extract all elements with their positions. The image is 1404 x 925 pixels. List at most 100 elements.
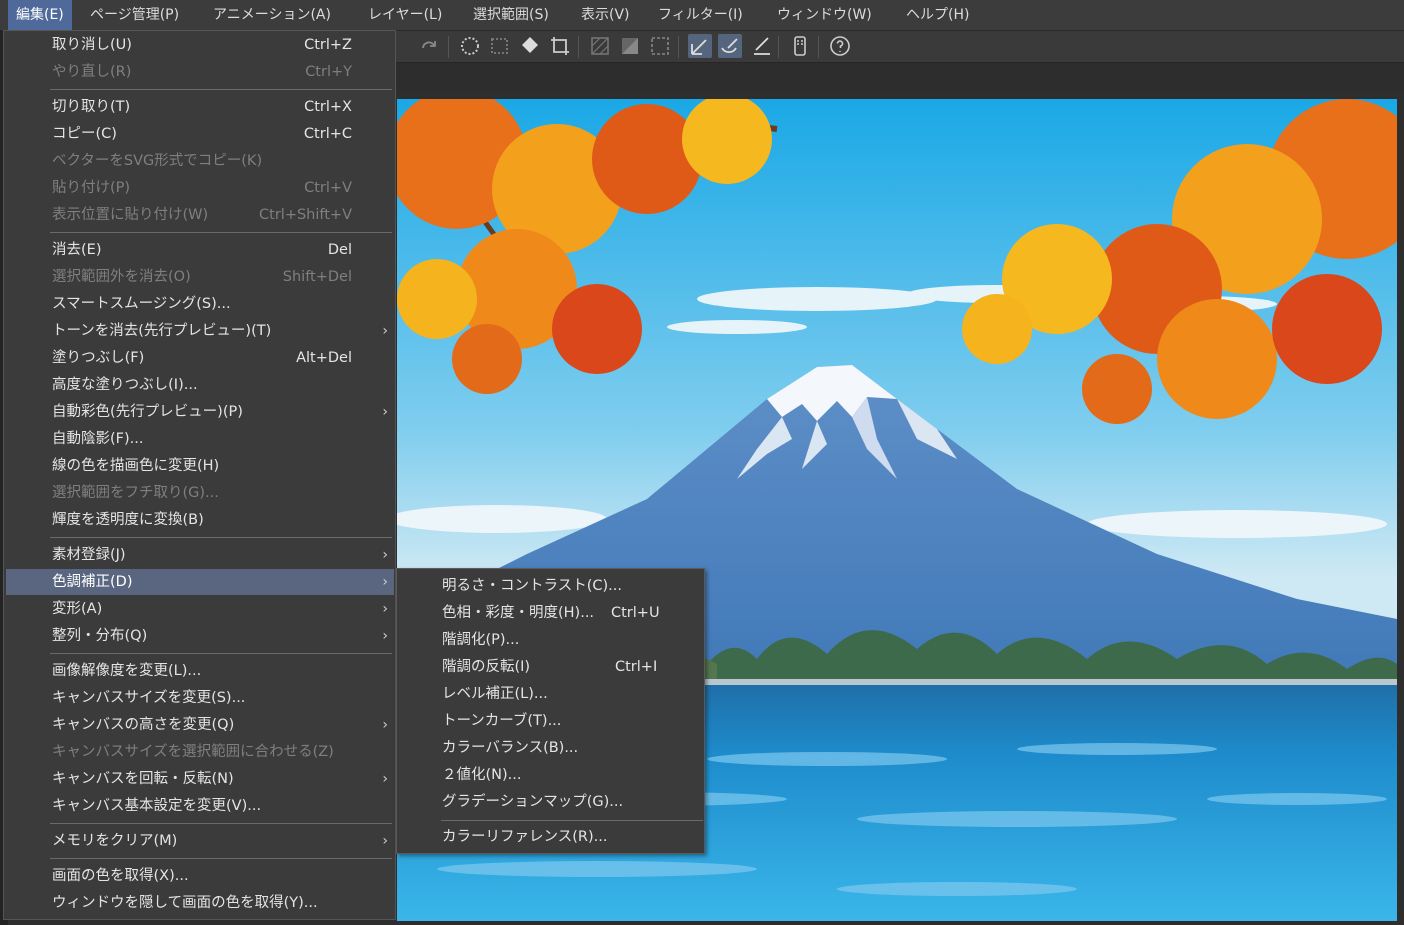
toolbar-separator [678, 36, 679, 58]
redo-icon[interactable] [417, 34, 441, 58]
menu-selection[interactable]: 選択範囲(S) [473, 0, 549, 30]
edit-menu-item[interactable]: キャンバス基本設定を変更(V)... [6, 793, 394, 819]
color-submenu-item[interactable]: カラーリファレンス(R)... [397, 824, 704, 850]
submenu-item-label: カラーリファレンス(R)... [442, 829, 608, 845]
edit-menu-item: ベクターをSVG形式でコピー(K) [6, 148, 394, 174]
menu-item-label: 切り取り(T) [52, 99, 131, 115]
chevron-right-icon: › [382, 717, 388, 733]
fill-icon[interactable] [518, 34, 542, 58]
menu-layer[interactable]: レイヤー(L) [368, 0, 442, 30]
edit-menu-item[interactable]: コピー(C) Ctrl+C [6, 121, 394, 147]
color-submenu-item[interactable]: 階調化(P)... [397, 627, 704, 653]
edit-menu-item[interactable]: 取り消し(U) Ctrl+Z [6, 32, 394, 58]
pen-vector-icon[interactable] [718, 34, 742, 58]
color-submenu-item[interactable]: 明るさ・コントラスト(C)... [397, 573, 704, 599]
menu-filter[interactable]: フィルター(I) [658, 0, 743, 30]
edit-menu-item[interactable]: 素材登録(J) › [6, 542, 394, 568]
edit-menu-item[interactable]: トーンを消去(先行プレビュー)(T) › [6, 318, 394, 344]
chevron-right-icon: › [382, 323, 388, 339]
edit-menu-item[interactable]: スマートスムージング(S)... [6, 291, 394, 317]
edit-menu-item[interactable]: 自動陰影(F)... [6, 426, 394, 452]
edit-menu-item[interactable]: 変形(A) › [6, 596, 394, 622]
menu-item-label: メモリをクリア(M) [52, 833, 178, 849]
menu-item-shortcut: Ctrl+Y [305, 64, 352, 80]
edit-menu-item[interactable]: メモリをクリア(M) › [6, 828, 394, 854]
edit-menu-item[interactable]: キャンバスを回転・反転(N) › [6, 766, 394, 792]
submenu-item-shortcut: Ctrl+U [611, 605, 660, 621]
menu-item-shortcut: Del [327, 242, 352, 258]
menu-item-shortcut: Ctrl+Z [304, 37, 352, 53]
menu-item-label: 消去(E) [52, 242, 102, 258]
chevron-right-icon: › [382, 628, 388, 644]
crop-icon[interactable] [548, 34, 572, 58]
color-submenu-item[interactable]: ２値化(N)... [397, 762, 704, 788]
pen-option-icon[interactable] [750, 34, 774, 58]
edit-menu-item[interactable]: 高度な塗りつぶし(I)... [6, 372, 394, 398]
menu-item-label: 選択範囲外を消去(O) [52, 269, 191, 285]
submenu-item-label: 階調の反転(I) [442, 659, 531, 675]
menu-edit[interactable]: 編集(E) [8, 0, 72, 30]
color-submenu-item[interactable]: グラデーションマップ(G)... [397, 789, 704, 815]
edit-menu-item[interactable]: キャンバスサイズを変更(S)... [6, 685, 394, 711]
submenu-item-label: 色相・彩度・明度(H)... [442, 605, 595, 621]
frame-icon[interactable] [648, 34, 672, 58]
toolbar-separator [578, 36, 579, 58]
menu-animation[interactable]: アニメーション(A) [213, 0, 331, 30]
menu-page[interactable]: ページ管理(P) [90, 0, 179, 30]
menu-item-label: キャンバスサイズを変更(S)... [52, 690, 246, 706]
menu-item-label: ウィンドウを隠して画面の色を取得(Y)... [52, 895, 318, 911]
chevron-right-icon: › [382, 404, 388, 420]
edit-menu-item[interactable]: 切り取り(T) Ctrl+X [6, 94, 394, 120]
menu-window[interactable]: ウィンドウ(W) [777, 0, 872, 30]
submenu-item-label: ２値化(N)... [442, 767, 522, 783]
menu-item-shortcut: Ctrl+C [303, 126, 352, 142]
menu-item-label: 輝度を透明度に変換(B) [52, 512, 204, 528]
edit-menu-item[interactable]: キャンバスの高さを変更(Q) › [6, 712, 394, 738]
menu-item-label: トーンを消去(先行プレビュー)(T) [52, 323, 272, 339]
pen-stabilize-icon[interactable] [688, 34, 712, 58]
menu-separator [50, 653, 392, 654]
color-submenu-item[interactable]: カラーバランス(B)... [397, 735, 704, 761]
edit-menu-item[interactable]: 輝度を透明度に変換(B) [6, 507, 394, 533]
select-marquee-icon[interactable] [488, 34, 512, 58]
edit-menu-item[interactable]: 整列・分布(Q) › [6, 623, 394, 649]
transform-select-icon[interactable] [458, 34, 482, 58]
menu-item-label: やり直し(R) [52, 64, 132, 80]
edit-menu-item[interactable]: 画像解像度を変更(L)... [6, 658, 394, 684]
edit-menu-item[interactable]: 色調補正(D) › [6, 569, 394, 595]
menu-item-label: 変形(A) [52, 601, 103, 617]
color-submenu-item[interactable]: 階調の反転(I) Ctrl+I [397, 654, 704, 680]
color-submenu-item[interactable]: レベル補正(L)... [397, 681, 704, 707]
menu-separator [50, 823, 392, 824]
edit-menu-item[interactable]: 線の色を描画色に変更(H) [6, 453, 394, 479]
edit-menu-item: 選択範囲をフチ取り(G)... [6, 480, 394, 506]
help-icon[interactable] [828, 34, 852, 58]
edit-menu-item[interactable]: 消去(E) Del [6, 237, 394, 263]
submenu-item-label: トーンカーブ(T)... [442, 713, 562, 729]
edit-menu-item[interactable]: 自動彩色(先行プレビュー)(P) › [6, 399, 394, 425]
menu-help[interactable]: ヘルプ(H) [906, 0, 969, 30]
chevron-right-icon: › [382, 771, 388, 787]
submenu-separator [441, 820, 703, 821]
menu-item-label: 高度な塗りつぶし(I)... [52, 377, 198, 393]
menu-item-label: キャンバス基本設定を変更(V)... [52, 798, 262, 814]
edit-menu-item[interactable]: 画面の色を取得(X)... [6, 863, 394, 889]
edit-menu-item[interactable]: 塗りつぶし(F) Alt+Del [6, 345, 394, 371]
device-icon[interactable] [788, 34, 812, 58]
menu-view[interactable]: 表示(V) [581, 0, 630, 30]
edit-menu-item: 貼り付け(P) Ctrl+V [6, 175, 394, 201]
submenu-item-shortcut: Ctrl+I [615, 659, 658, 675]
gradient-icon[interactable] [618, 34, 642, 58]
edit-menu-item[interactable]: ウィンドウを隠して画面の色を取得(Y)... [6, 890, 394, 916]
menu-separator [50, 537, 392, 538]
edit-menu-item: やり直し(R) Ctrl+Y [6, 59, 394, 85]
color-submenu-item[interactable]: 色相・彩度・明度(H)... Ctrl+U [397, 600, 704, 626]
menu-item-label: 素材登録(J) [52, 547, 126, 563]
submenu-item-label: グラデーションマップ(G)... [442, 794, 624, 810]
menu-item-label: 塗りつぶし(F) [52, 350, 145, 366]
menu-item-label: スマートスムージング(S)... [52, 296, 231, 312]
hatch-icon[interactable] [588, 34, 612, 58]
toolbar-separator [818, 36, 819, 58]
color-submenu-item[interactable]: トーンカーブ(T)... [397, 708, 704, 734]
submenu-item-label: 階調化(P)... [442, 632, 520, 648]
